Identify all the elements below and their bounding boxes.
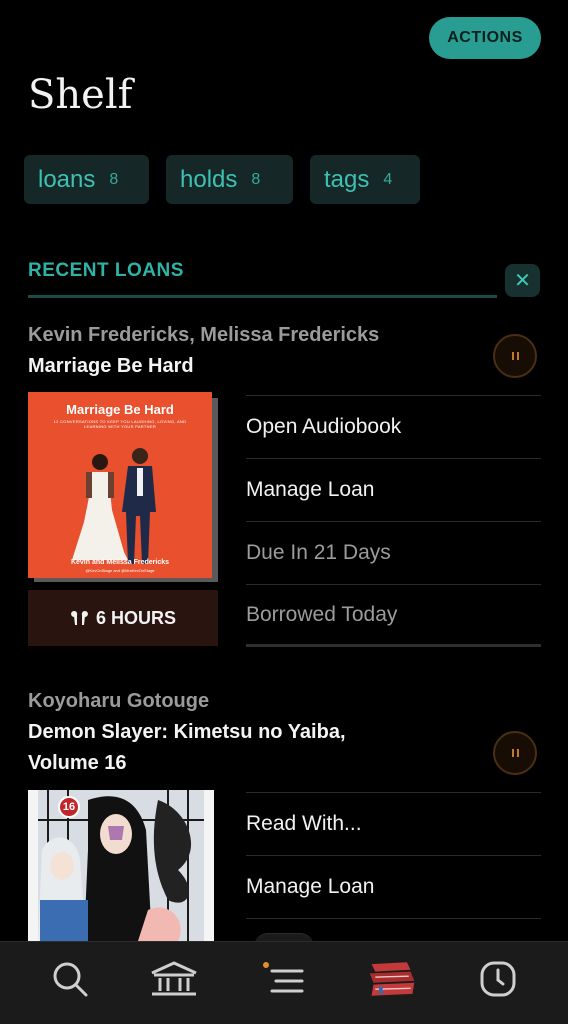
loan-title[interactable]: Marriage Be Hard	[28, 351, 194, 382]
filter-holds[interactable]: holds 8	[166, 155, 293, 204]
loan-author: Kevin Fredericks, Melissa Fredericks	[28, 324, 380, 346]
pause-icon	[511, 749, 519, 757]
filter-label: holds	[180, 165, 238, 193]
close-section-button[interactable]: ✕	[505, 264, 540, 297]
duration-label: 6 HOURS	[95, 607, 176, 628]
pause-button[interactable]	[493, 334, 537, 378]
bottom-nav	[0, 941, 568, 1024]
borrowed-date-label: Borrowed Today	[246, 584, 541, 647]
audiobook-duration: 6 HOURS	[28, 590, 218, 646]
close-icon: ✕	[514, 270, 531, 292]
due-date-label: Due In 21 Days	[246, 521, 541, 584]
page-title: Shelf	[28, 72, 133, 118]
nav-libraries[interactable]	[148, 956, 200, 1002]
menu-icon	[263, 962, 304, 993]
manage-loan-button[interactable]: Manage Loan	[246, 855, 541, 918]
cover-authors: Kevin and Melissa Fredericks	[70, 559, 170, 566]
pause-icon	[511, 352, 519, 360]
filter-label: loans	[38, 165, 96, 193]
cover-handles: @KevOnStage and @MrsKevOnStage	[85, 568, 155, 573]
loan-title-line: Demon Slayer: Kimetsu no Yaiba,	[28, 721, 346, 743]
search-icon	[53, 962, 88, 997]
filter-count: 8	[109, 170, 119, 188]
loan-author: Koyoharu Gotouge	[28, 690, 210, 712]
filter-count: 8	[251, 170, 261, 188]
nav-shelf[interactable]	[366, 956, 418, 1002]
open-audiobook-button[interactable]: Open Audiobook	[246, 395, 541, 458]
nav-history[interactable]	[472, 956, 524, 1002]
clock-icon	[480, 961, 516, 997]
manage-loan-button[interactable]: Manage Loan	[246, 458, 541, 521]
loan-actions-menu: Read With... Manage Loan	[246, 792, 541, 948]
loan-actions-menu: Open Audiobook Manage Loan Due In 21 Day…	[246, 395, 541, 647]
filter-label: tags	[324, 165, 370, 193]
book-cover-marriage-be-hard[interactable]: Marriage Be Hard 12 CONVERSATIONS TO KEE…	[28, 392, 212, 578]
nav-search[interactable]	[44, 956, 96, 1002]
filter-loans[interactable]: loans 8	[24, 155, 149, 204]
read-with-button[interactable]: Read With...	[246, 792, 541, 855]
book-cover-demon-slayer[interactable]: 16	[28, 790, 214, 941]
earbuds-icon	[71, 610, 88, 625]
loan-title-line: Volume 16	[28, 752, 127, 774]
cover-illustration	[38, 790, 204, 941]
filter-tags[interactable]: tags 4	[310, 155, 420, 204]
volume-badge: 16	[58, 796, 80, 818]
section-divider	[28, 295, 497, 298]
nav-menu[interactable]	[258, 956, 310, 1002]
library-icon	[151, 961, 197, 996]
loan-title[interactable]: Demon Slayer: Kimetsu no Yaiba, Volume 1…	[28, 717, 346, 779]
cover-illustration	[72, 448, 156, 564]
pause-button[interactable]	[493, 731, 537, 775]
filter-count: 4	[383, 170, 393, 188]
books-icon	[369, 962, 415, 996]
section-title: RECENT LOANS	[28, 260, 184, 281]
actions-button[interactable]: ACTIONS	[429, 17, 541, 59]
